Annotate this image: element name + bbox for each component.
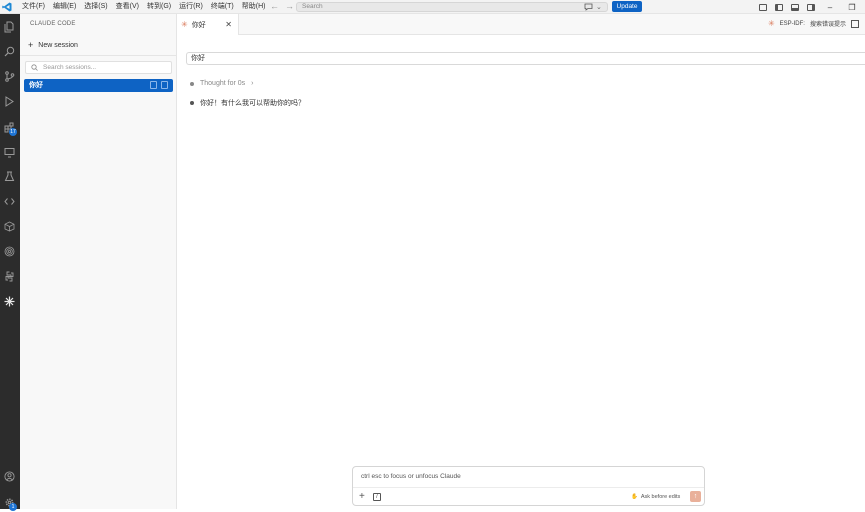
new-session-label: New session [38, 41, 78, 49]
search-icon [31, 64, 38, 71]
thought-dot [190, 81, 194, 86]
prompt-input[interactable]: ctrl esc to focus or unfocus Claude [361, 473, 461, 480]
session-item[interactable]: 你好 [24, 79, 173, 92]
session-search-placeholder: Search sessions... [43, 64, 97, 71]
extensions-badge: 17 [9, 128, 17, 136]
edit-mode-label: Ask before edits [640, 494, 681, 500]
esp-idf-label[interactable]: ESP-IDF: [780, 21, 805, 27]
composer: ctrl esc to focus or unfocus Claude + / … [352, 466, 705, 506]
menu-view[interactable]: 查看(V) [112, 0, 143, 14]
search-icon[interactable] [3, 46, 16, 59]
tab-claude-session[interactable]: ✳ 你好 ✕ [177, 14, 239, 35]
user-message: 你好 [186, 52, 865, 65]
window-controls: – ❐ [759, 0, 859, 14]
minimize-icon[interactable]: – [823, 3, 837, 12]
chevron-right-icon: › [251, 80, 254, 87]
edit-mode-selector[interactable]: ✋ Ask before edits [631, 494, 680, 500]
sidebar-divider [20, 55, 177, 56]
menu-bar: 文件(F) 编辑(E) 选择(S) 查看(V) 转到(G) 运行(R) 终端(T… [18, 0, 269, 14]
restore-icon[interactable]: ❐ [845, 3, 859, 12]
tab-label: 你好 [191, 21, 206, 29]
delete-session-icon[interactable] [161, 81, 168, 89]
tab-actions: ✳ ESP-IDF: 搜索错误提示 [768, 19, 859, 28]
menu-help[interactable]: 帮助(H) [238, 0, 270, 14]
python-icon[interactable] [3, 271, 16, 284]
editor-tab-bar: ✳ 你好 ✕ ✳ ESP-IDF: 搜索错误提示 [177, 14, 865, 35]
thought-toggle[interactable]: Thought for 0s › [190, 80, 253, 87]
assistant-message: 你好！有什么我可以帮助你的吗？ [190, 98, 305, 108]
settings-badge: 1 [9, 503, 17, 511]
chat-icon [584, 3, 593, 11]
sidebar-title: CLAUDE CODE [30, 21, 76, 27]
forward-arrow-icon[interactable]: → [285, 1, 294, 11]
code-icon[interactable] [3, 196, 16, 209]
copilot-icon[interactable]: ⌄ [584, 2, 604, 12]
toggle-panel-icon[interactable] [791, 3, 799, 11]
nav-arrows: ← → [270, 1, 294, 11]
run-debug-icon[interactable] [3, 96, 16, 109]
menu-edit[interactable]: 编辑(E) [49, 0, 80, 14]
add-attachment-icon[interactable]: + [359, 491, 365, 502]
assistant-reply-text: 你好！有什么我可以帮助你的吗？ [200, 100, 305, 107]
toggle-sidebar-icon[interactable] [775, 3, 783, 11]
menu-run[interactable]: 运行(R) [175, 0, 207, 14]
back-arrow-icon[interactable]: ← [270, 1, 279, 11]
remote-explorer-icon[interactable] [3, 147, 16, 160]
claude-tab-icon: ✳ [181, 20, 188, 29]
reply-dot [190, 101, 194, 105]
title-bar: 文件(F) 编辑(E) 选择(S) 查看(V) 转到(G) 运行(R) 终端(T… [0, 0, 865, 14]
split-editor-icon[interactable] [851, 19, 859, 28]
vscode-logo-icon [2, 2, 12, 11]
new-session-button[interactable]: + New session [28, 40, 78, 50]
account-icon[interactable] [3, 471, 16, 484]
menu-terminal[interactable]: 终端(T) [207, 0, 238, 14]
menu-selection[interactable]: 选择(S) [80, 0, 111, 14]
error-hint-label[interactable]: 搜索错误提示 [810, 19, 846, 28]
activity-bar: 17 1 [0, 14, 20, 511]
close-tab-icon[interactable]: ✕ [225, 20, 232, 29]
update-button[interactable]: Update [612, 1, 642, 12]
testing-icon[interactable] [3, 171, 16, 184]
fingerprint-icon[interactable] [3, 246, 16, 259]
composer-divider [353, 487, 704, 488]
menu-file[interactable]: 文件(F) [18, 0, 49, 14]
session-search-input[interactable]: Search sessions... [25, 61, 172, 74]
menu-go[interactable]: 转到(G) [143, 0, 175, 14]
claude-icon[interactable] [3, 296, 16, 309]
rename-session-icon[interactable] [150, 81, 157, 89]
plus-icon: + [28, 40, 34, 50]
claude-code-sidebar: CLAUDE CODE + New session Search session… [20, 14, 177, 509]
source-control-icon[interactable] [3, 71, 16, 84]
command-center-search[interactable]: Search [296, 2, 608, 12]
toggle-secondary-sidebar-icon[interactable] [807, 3, 815, 11]
chevron-down-icon[interactable]: ⌄ [596, 3, 602, 11]
send-button[interactable]: ↑ [690, 491, 701, 502]
session-item-label: 你好 [29, 82, 43, 89]
claude-status-icon[interactable]: ✳ [768, 19, 775, 28]
slash-command-icon[interactable]: / [373, 493, 381, 501]
package-icon[interactable] [3, 221, 16, 234]
thought-label: Thought for 0s [200, 80, 246, 87]
customize-layout-icon[interactable] [759, 3, 767, 11]
hand-icon: ✋ [631, 494, 638, 500]
explorer-icon[interactable] [3, 21, 16, 34]
